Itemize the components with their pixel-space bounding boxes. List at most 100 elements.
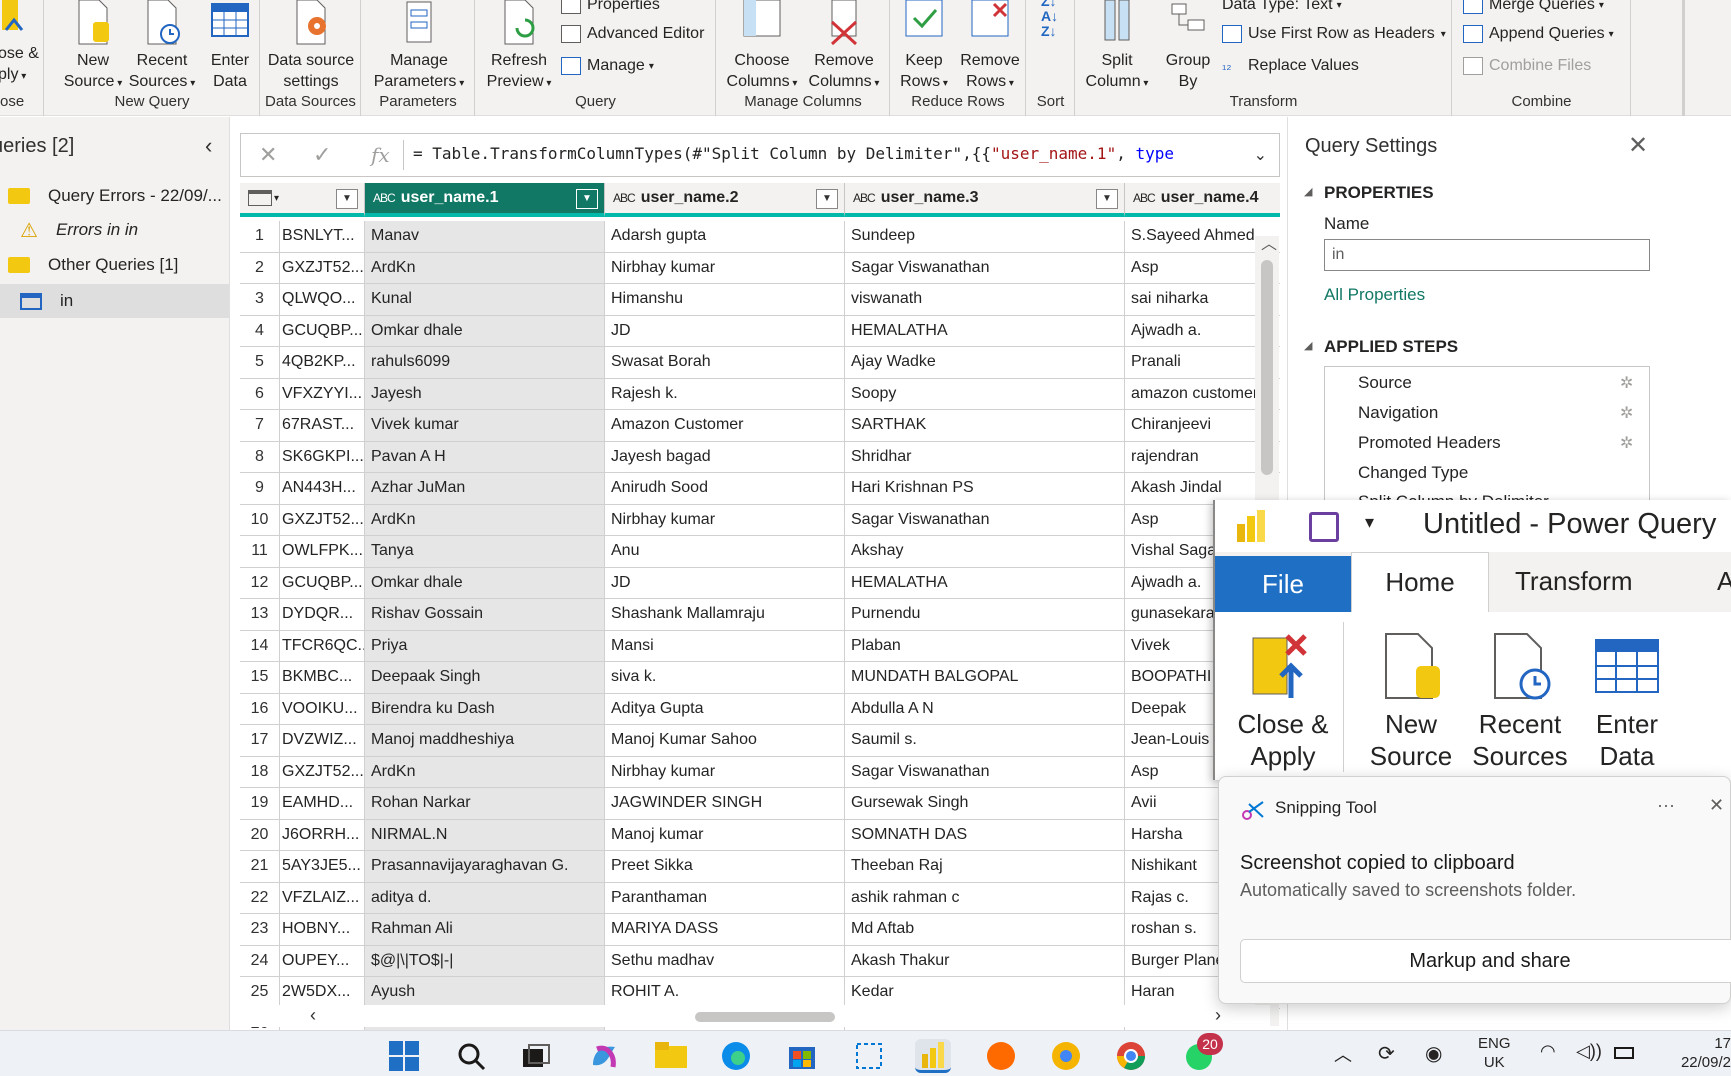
user-name-3-cell[interactable]: Purnendu (845, 599, 1125, 631)
text-type-icon[interactable]: ABC (853, 191, 876, 205)
collapse-triangle-icon[interactable]: ◢ (1304, 185, 1312, 198)
id-cell[interactable]: BKMBC... (280, 662, 365, 694)
column-header-id[interactable]: ▾ ▼ (240, 183, 365, 217)
sync-icon[interactable]: ⟳ (1378, 1041, 1395, 1066)
manage-button[interactable]: Manage ▾ (561, 52, 654, 80)
user-name-1-cell[interactable]: Birendra ku Dash (365, 693, 605, 725)
edge-browser-icon[interactable] (718, 1039, 754, 1073)
user-name-1-cell[interactable]: Manoj maddheshiya (365, 725, 605, 757)
id-cell[interactable]: TFCR6QC... (280, 630, 365, 662)
user-name-2-cell[interactable]: Preet Sikka (605, 851, 845, 883)
user-name-2-cell[interactable]: Jayesh bagad (605, 441, 845, 473)
id-cell[interactable]: 2W5DX... (280, 977, 365, 1009)
user-name-1-cell[interactable]: Prasannavijayaraghavan G. (365, 851, 605, 883)
properties-button[interactable]: Properties (561, 0, 660, 19)
user-name-1-cell[interactable]: rahuls6099 (365, 347, 605, 379)
markup-and-share-button[interactable]: Markup and share (1240, 939, 1731, 983)
id-cell[interactable]: SK6GKPI... (280, 441, 365, 473)
group-by-button[interactable]: Group By (1156, 0, 1220, 92)
user-name-3-cell[interactable]: Theeban Raj (845, 851, 1125, 883)
id-cell[interactable]: VFZLAIZ... (280, 882, 365, 914)
user-name-3-cell[interactable]: MUNDATH BALGOPAL (845, 662, 1125, 694)
sort-ascending-icon[interactable]: Z↓ A↓ Z↓ (1041, 0, 1058, 39)
user-name-2-cell[interactable]: Swasat Borah (605, 347, 845, 379)
user-name-3-cell[interactable]: Ajay Wadke (845, 347, 1125, 379)
manage-parameters-button[interactable]: Manage Parameters ▾ (372, 0, 466, 94)
user-name-3-cell[interactable]: Gursewak Singh (845, 788, 1125, 820)
user-name-1-cell[interactable]: Tanya (365, 536, 605, 568)
id-cell[interactable]: 5AY3JE5... (280, 851, 365, 883)
query-in[interactable]: in (0, 284, 229, 318)
user-name-1-cell[interactable]: Vivek kumar (365, 410, 605, 442)
user-name-3-cell[interactable]: Md Aftab (845, 914, 1125, 946)
data-type-dropdown[interactable]: Data Type: Text ▾ (1222, 0, 1342, 19)
user-name-2-cell[interactable]: MARIYA DASS (605, 914, 845, 946)
new-source-button[interactable]: New Source ▾ (58, 0, 128, 94)
step-navigation[interactable]: Navigation (1358, 403, 1438, 423)
language-indicator[interactable]: ENG UK (1478, 1034, 1511, 1072)
user-name-2-cell[interactable]: Anu (605, 536, 845, 568)
id-cell[interactable]: HOBNY... (280, 914, 365, 946)
scroll-right-icon[interactable]: › (1215, 1005, 1221, 1026)
replace-values-button[interactable]: ₁₂ Replace Values (1222, 52, 1359, 80)
app-icon-orange[interactable] (983, 1039, 1019, 1073)
scroll-thumb[interactable] (1261, 260, 1273, 475)
filter-dropdown-icon[interactable]: ▼ (576, 189, 598, 209)
user-name-2-cell[interactable]: siva k. (605, 662, 845, 694)
user-name-2-cell[interactable]: Nirbhay kumar (605, 252, 845, 284)
user-name-1-cell[interactable]: Kunal (365, 284, 605, 316)
user-name-2-cell[interactable]: JD (605, 315, 845, 347)
user-name-3-cell[interactable]: HEMALATHA (845, 315, 1125, 347)
id-cell[interactable]: OUPEY... (280, 945, 365, 977)
power-query-window-thumbnail[interactable]: ▾ Untitled - Power Query File Home Trans… (1213, 500, 1731, 780)
chrome-icon[interactable] (1113, 1039, 1149, 1073)
id-cell[interactable]: GXZJT52... (280, 504, 365, 536)
user-name-2-cell[interactable]: Paranthaman (605, 882, 845, 914)
use-first-row-headers-button[interactable]: Use First Row as Headers ▾ (1222, 20, 1446, 48)
snipping-app-icon[interactable] (851, 1039, 887, 1073)
app-icon-chrome-alt[interactable] (1048, 1039, 1084, 1073)
user-name-1-cell[interactable]: Priya (365, 630, 605, 662)
user-name-3-cell[interactable]: viswanath (845, 284, 1125, 316)
user-name-3-cell[interactable]: HEMALATHA (845, 567, 1125, 599)
text-type-icon[interactable]: ABC (613, 191, 636, 205)
id-cell[interactable]: QLWQO... (280, 284, 365, 316)
expand-formula-icon[interactable]: ⌄ (1254, 145, 1267, 165)
user-name-2-cell[interactable]: Shashank Mallamraju (605, 599, 845, 631)
user-name-3-cell[interactable]: Sagar Viswanathan (845, 756, 1125, 788)
user-name-2-cell[interactable]: Nirbhay kumar (605, 756, 845, 788)
query-group-other[interactable]: Other Queries [1] (0, 248, 229, 282)
user-name-3-cell[interactable]: Sagar Viswanathan (845, 252, 1125, 284)
new-source-button[interactable]: New Source (1361, 632, 1461, 772)
append-queries-button[interactable]: Append Queries ▾ (1463, 20, 1614, 48)
collapse-pane-icon[interactable]: ‹ (205, 133, 212, 159)
tab-transform[interactable]: Transform (1515, 566, 1633, 597)
user-name-1-cell[interactable]: ArdKn (365, 252, 605, 284)
user-name-1-cell[interactable]: ArdKn (365, 504, 605, 536)
user-name-1-cell[interactable]: Omkar dhale (365, 315, 605, 347)
user-name-3-cell[interactable]: Hari Krishnan PS (845, 473, 1125, 505)
copilot-icon[interactable] (586, 1039, 622, 1073)
user-name-1-cell[interactable]: Rohan Narkar (365, 788, 605, 820)
merge-queries-button[interactable]: Merge Queries ▾ (1463, 0, 1604, 19)
gear-icon[interactable]: ✲ (1620, 433, 1633, 453)
user-name-1-cell[interactable]: $@|\|TO$|-| (365, 945, 605, 977)
user-name-3-cell[interactable]: Saumil s. (845, 725, 1125, 757)
column-header-user-name-2[interactable]: ABC user_name.2 ▼ (605, 183, 845, 217)
user-name-3-cell[interactable]: Shridhar (845, 441, 1125, 473)
text-type-icon[interactable]: ABC (1133, 191, 1156, 205)
user-name-3-cell[interactable]: Sundeep (845, 221, 1125, 253)
remove-columns-button[interactable]: Remove Columns ▾ (804, 0, 884, 94)
collapse-triangle-icon[interactable]: ◢ (1304, 339, 1312, 352)
user-name-1-cell[interactable]: Omkar dhale (365, 567, 605, 599)
user-name-1-cell[interactable]: Azhar JuMan (365, 473, 605, 505)
id-cell[interactable]: 67RAST... (280, 410, 365, 442)
id-cell[interactable]: DVZWIZ... (280, 725, 365, 757)
close-icon[interactable]: ✕ (1628, 131, 1648, 160)
tab-file[interactable]: File (1215, 556, 1351, 612)
user-name-3-cell[interactable]: SOMNATH DAS (845, 819, 1125, 851)
id-cell[interactable]: J6ORRH... (280, 819, 365, 851)
combine-files-button[interactable]: Combine Files (1463, 52, 1591, 80)
all-properties-link[interactable]: All Properties (1324, 285, 1425, 305)
user-name-3-cell[interactable]: ashik rahman c (845, 882, 1125, 914)
